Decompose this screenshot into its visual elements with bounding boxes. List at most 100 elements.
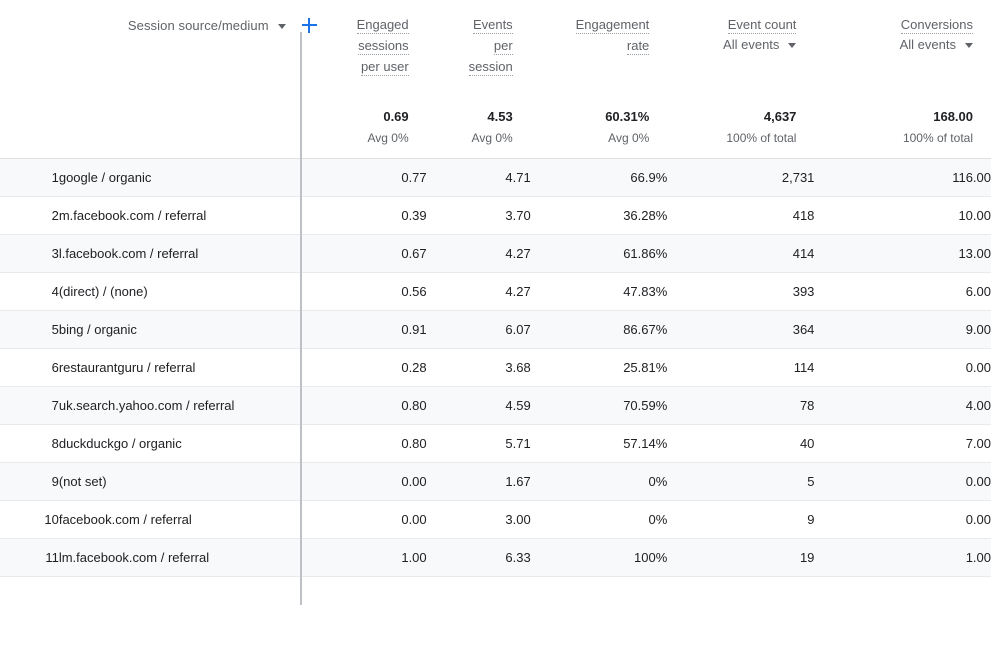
row-index-cell: 8 [0,424,59,463]
cell-engaged-sessions-per-user: 0.80 [316,386,427,425]
dimension-cell[interactable]: bing / organic [58,310,317,349]
cell-engaged-sessions-per-user: 0.28 [316,348,427,387]
dimension-cell[interactable]: facebook.com / referral [58,500,317,539]
table-row[interactable]: 3 l.facebook.com / referral 0.67 4.27 61.86%… [0,234,991,273]
column-header-engaged-sessions-per-user[interactable]: Engaged sessions per user [316,0,427,108]
table-row[interactable]: 4 (direct) / (none) 0.56 4.27 47.83% 393 6.00 [0,272,991,311]
table-header: Session source/medium Engaged sessions p… [0,0,991,108]
cell-conversions: 6.00 [814,272,991,311]
cell-conversions: 0.00 [814,348,991,387]
cell-event-count: 40 [667,424,815,463]
dimension-header-cell[interactable]: Session source/medium [58,0,317,108]
cell-event-count: 78 [667,386,815,425]
cell-engagement-rate: 25.81% [530,348,668,387]
summary-row: 0.69 Avg 0% 4.53 Avg 0% 60.31% Avg 0% 4,… [0,108,991,159]
dimension-cell[interactable]: lm.facebook.com / referral [58,538,317,577]
metric-head-line: Engagement [575,17,650,34]
cell-engaged-sessions-per-user: 0.56 [316,272,427,311]
report-table: Session source/medium Engaged sessions p… [0,0,991,577]
dimension-cell[interactable]: (not set) [58,462,317,501]
table-row[interactable]: 7 uk.search.yahoo.com / referral 0.80 4.59 7… [0,386,991,425]
chevron-down-icon[interactable] [788,43,797,48]
dimension-cell[interactable]: (direct) / (none) [58,272,317,311]
dimension-cell[interactable]: google / organic [58,158,317,197]
plus-icon[interactable] [301,17,317,33]
cell-engaged-sessions-per-user: 1.00 [316,538,427,577]
cell-events-per-session: 4.27 [426,234,531,273]
dimension-cell[interactable]: l.facebook.com / referral [58,234,317,273]
cell-engaged-sessions-per-user: 0.80 [316,424,427,463]
table-row[interactable]: 10 facebook.com / referral 0.00 3.00 0% 9 0.00 [0,500,991,539]
cell-engagement-rate: 47.83% [530,272,668,311]
cell-engagement-rate: 100% [530,538,668,577]
table-row[interactable]: 6 restaurantguru / referral 0.28 3.68 25.81%… [0,348,991,387]
cell-event-count: 393 [667,272,815,311]
dimension-cell[interactable]: restaurantguru / referral [58,348,317,387]
row-index-cell: 6 [0,348,59,387]
column-header-engagement-rate[interactable]: Engagement rate [530,0,668,108]
metric-head-line: sessions [358,38,409,55]
cell-conversions: 10.00 [814,196,991,235]
row-index-cell: 3 [0,234,59,273]
summary-engaged-sessions-per-user: 0.69 Avg 0% [316,108,427,159]
summary-note: 100% of total [726,131,797,145]
metric-head-line: per user [360,59,409,76]
dimension-selector-label[interactable]: Session source/medium [128,18,269,33]
dimension-cell[interactable]: m.facebook.com / referral [58,196,317,235]
cell-engagement-rate: 66.9% [530,158,668,197]
summary-value: 4,637 [763,109,797,124]
row-index-cell: 2 [0,196,59,235]
summary-conversions: 168.00 100% of total [814,108,991,159]
dimension-cell[interactable]: uk.search.yahoo.com / referral [58,386,317,425]
table-row[interactable]: 2 m.facebook.com / referral 0.39 3.70 36.28%… [0,196,991,235]
cell-engagement-rate: 61.86% [530,234,668,273]
dimension-cell[interactable]: duckduckgo / organic [58,424,317,463]
table-row[interactable]: 9 (not set) 0.00 1.67 0% 5 0.00 [0,462,991,501]
cell-event-count: 2,731 [667,158,815,197]
cell-conversions: 0.00 [814,500,991,539]
cell-conversions: 13.00 [814,234,991,273]
event-count-filter-label[interactable]: All events [723,37,779,52]
cell-engaged-sessions-per-user: 0.77 [316,158,427,197]
row-index-cell: 11 [0,538,59,577]
cell-events-per-session: 3.70 [426,196,531,235]
table-row[interactable]: 1 google / organic 0.77 4.71 66.9% 2,731 116.0… [0,158,991,197]
cell-event-count: 114 [667,348,815,387]
analytics-report-panel: Session source/medium Engaged sessions p… [0,0,1000,650]
summary-value: 0.69 [383,109,409,124]
cell-engaged-sessions-per-user: 0.67 [316,234,427,273]
cell-events-per-session: 4.59 [426,386,531,425]
cell-engagement-rate: 86.67% [530,310,668,349]
cell-conversions: 0.00 [814,462,991,501]
cell-conversions: 4.00 [814,386,991,425]
column-header-event-count[interactable]: Event count All events [667,0,815,108]
conversions-filter-label[interactable]: All events [900,37,956,52]
cell-engagement-rate: 0% [530,462,668,501]
row-index-header [0,0,59,108]
column-header-events-per-session[interactable]: Events per session [426,0,531,108]
table-row[interactable]: 11 lm.facebook.com / referral 1.00 6.33 100%… [0,538,991,577]
cell-events-per-session: 5.71 [426,424,531,463]
cell-engaged-sessions-per-user: 0.91 [316,310,427,349]
summary-events-per-session: 4.53 Avg 0% [426,108,531,159]
cell-engagement-rate: 57.14% [530,424,668,463]
row-index-cell: 10 [0,500,59,539]
cell-events-per-session: 6.33 [426,538,531,577]
table-row[interactable]: 8 duckduckgo / organic 0.80 5.71 57.14% 40 7.0… [0,424,991,463]
summary-note: Avg 0% [367,131,409,145]
row-index-cell: 1 [0,158,59,197]
cell-events-per-session: 6.07 [426,310,531,349]
cell-events-per-session: 1.67 [426,462,531,501]
cell-events-per-session: 4.27 [426,272,531,311]
metric-head-line: per [493,38,513,55]
cell-conversions: 9.00 [814,310,991,349]
summary-event-count: 4,637 100% of total [667,108,815,159]
chevron-down-icon[interactable] [277,23,286,29]
cell-event-count: 364 [667,310,815,349]
table-row[interactable]: 5 bing / organic 0.91 6.07 86.67% 364 9.00 [0,310,991,349]
row-index-cell: 7 [0,386,59,425]
column-header-conversions[interactable]: Conversions All events [814,0,991,108]
row-index-cell: 4 [0,272,59,311]
cell-engagement-rate: 70.59% [530,386,668,425]
chevron-down-icon[interactable] [965,43,973,48]
